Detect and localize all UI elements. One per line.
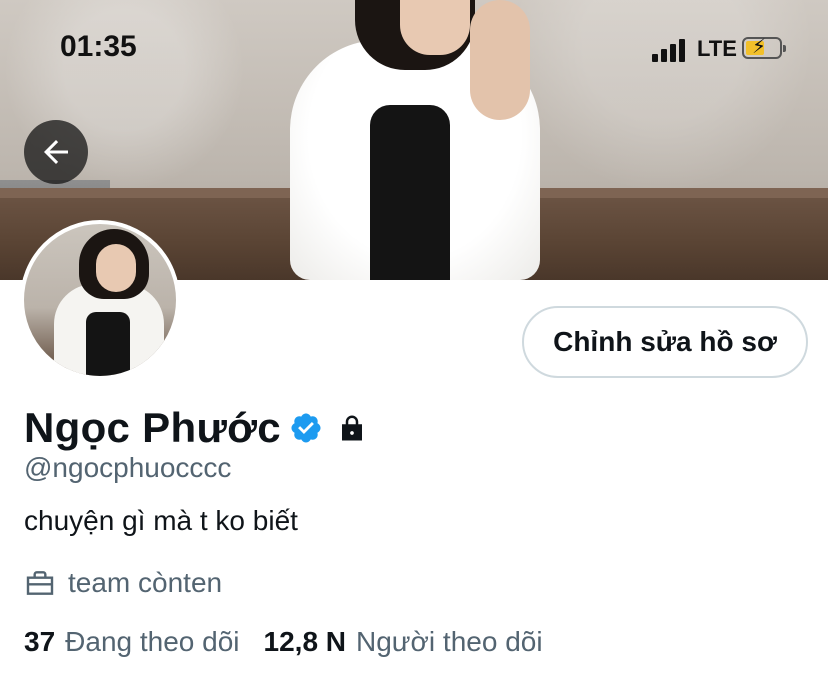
banner-figure-top [370,105,450,280]
avatar[interactable] [20,220,180,380]
followers-count: 12,8 N [263,626,347,657]
network-type: LTE [697,36,737,61]
briefcase-icon [26,571,54,595]
display-name: Ngọc Phước [24,404,281,451]
followers-label: Người theo dõi [356,626,543,657]
back-button[interactable] [24,120,88,184]
job-text: team cònten [68,567,223,598]
following-link[interactable]: 37 Đang theo dõi [24,626,240,658]
lock-icon [341,415,362,441]
follow-stats: 37 Đang theo dõi 12,8 N Người theo dõi [24,622,543,662]
arrow-left-icon [44,140,68,164]
status-time: 01:35 [60,30,137,63]
user-handle: @ngocphuocccc [24,452,232,483]
following-count: 37 [24,626,56,657]
signal-icon [652,38,690,62]
followers-link[interactable]: 12,8 N Người theo dõi [264,626,543,658]
name-row: Ngọc Phước [24,400,367,456]
job-row: team cònten [24,565,222,601]
following-label: Đang theo dõi [65,626,240,657]
battery-icon: ⚡ [742,36,786,59]
bio: chuyện gì mà t ko biết [24,505,298,536]
edit-profile-button[interactable]: Chỉnh sửa hồ sơ [522,306,808,378]
status-bar: 01:35 LTE ⚡ [0,0,828,100]
verified-badge-icon[interactable] [289,411,323,445]
charging-bolt-icon: ⚡ [752,36,767,58]
